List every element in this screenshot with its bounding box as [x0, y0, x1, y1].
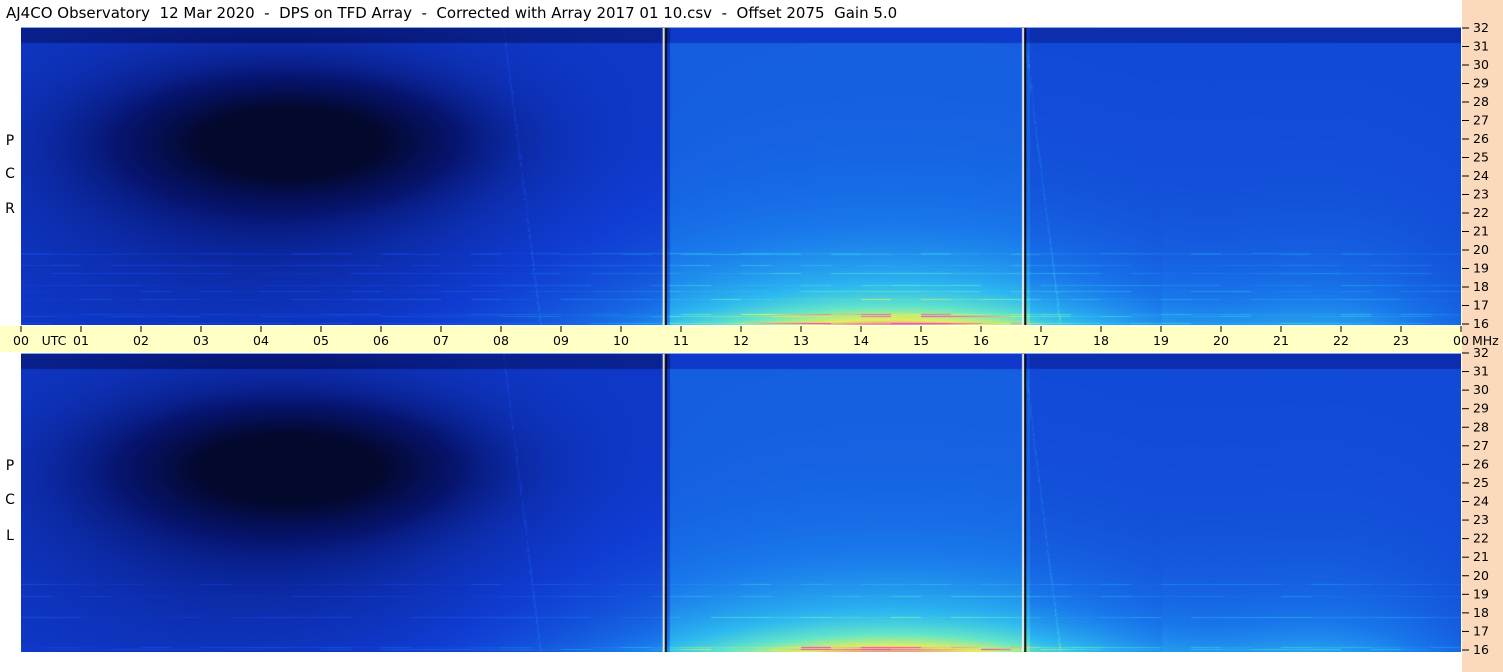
time-tick-label: 15 — [913, 333, 929, 348]
frequency-tick-label: 23 — [1473, 187, 1489, 202]
time-tick-label: 08 — [493, 333, 509, 348]
frequency-tick-label: 25 — [1473, 150, 1489, 165]
time-tick-label: 21 — [1273, 333, 1289, 348]
frequency-tick-label: 19 — [1473, 586, 1489, 601]
chart-title: AJ4CO Observatory 12 Mar 2020 - DPS on T… — [6, 4, 898, 22]
frequency-tick-label: 21 — [1473, 224, 1489, 239]
frequency-tick-label: 18 — [1473, 605, 1489, 620]
lcp-label-letter: C — [5, 492, 15, 508]
time-tick-label: 03 — [193, 333, 209, 348]
frequency-tick-label: 20 — [1473, 242, 1489, 257]
frequency-tick-label: 24 — [1473, 494, 1489, 509]
frequency-tick-label: 29 — [1473, 76, 1489, 91]
time-tick-label: 14 — [853, 333, 869, 348]
frequency-tick-label: 24 — [1473, 168, 1489, 183]
frequency-tick-label: 18 — [1473, 279, 1489, 294]
frequency-tick-label: 25 — [1473, 475, 1489, 490]
frequency-tick-label: 32 — [1473, 20, 1489, 35]
frequency-tick-label: 31 — [1473, 39, 1489, 54]
time-axis: 00 01 02 03 04 05 06 07 08 09 10 11 12 13 14 15 16 17 18 19… — [13, 326, 1499, 348]
rcp-frequency-axis: 1617181920212223242526272829303132 — [1462, 20, 1489, 331]
lcp-label-letter: P — [5, 458, 15, 474]
time-tick-label: 09 — [553, 333, 569, 348]
time-tick-label: 02 — [133, 333, 149, 348]
lcp-spectrogram — [21, 353, 1461, 652]
frequency-tick-label: 30 — [1473, 57, 1489, 72]
rcp-spectrogram — [21, 27, 1461, 325]
time-tick-label: 06 — [373, 333, 389, 348]
time-tick-label: 23 — [1393, 333, 1409, 348]
time-tick-label: 13 — [793, 333, 809, 348]
time-tick-label: 20 — [1213, 333, 1229, 348]
frequency-tick-label: 17 — [1473, 623, 1489, 638]
frequency-tick-label: 21 — [1473, 549, 1489, 564]
time-tick-label: 00 — [13, 333, 29, 348]
time-tick-label: 01 — [73, 333, 89, 348]
lcp-frequency-axis: 1617181920212223242526272829303132 — [1462, 345, 1489, 657]
frequency-tick-label: 22 — [1473, 205, 1489, 220]
frequency-tick-label: 23 — [1473, 512, 1489, 527]
rcp-label-letter: R — [5, 201, 15, 217]
frequency-tick-label: 19 — [1473, 261, 1489, 276]
time-unit-label: UTC — [42, 333, 67, 348]
frequency-tick-label: 17 — [1473, 298, 1489, 313]
lcp-label-letter: L — [6, 528, 14, 544]
time-tick-label: 18 — [1093, 333, 1109, 348]
frequency-tick-label: 26 — [1473, 456, 1489, 471]
frequency-tick-label: 31 — [1473, 364, 1489, 379]
frequency-tick-label: 20 — [1473, 568, 1489, 583]
time-tick-label: 07 — [433, 333, 449, 348]
frequency-tick-label: 16 — [1473, 642, 1489, 657]
frequency-tick-label: 30 — [1473, 382, 1489, 397]
frequency-unit-label: MHz — [1472, 333, 1499, 348]
frequency-tick-label: 27 — [1473, 113, 1489, 128]
time-tick-label: 11 — [673, 333, 689, 348]
frequency-tick-label: 29 — [1473, 401, 1489, 416]
frequency-tick-label: 22 — [1473, 531, 1489, 546]
time-tick-label: 10 — [613, 333, 629, 348]
frequency-tick-label: 27 — [1473, 438, 1489, 453]
rcp-label-letter: C — [5, 166, 15, 182]
time-tick-label: 16 — [973, 333, 989, 348]
frequency-tick-label: 28 — [1473, 94, 1489, 109]
time-tick-label: 19 — [1153, 333, 1169, 348]
frequency-tick-label: 26 — [1473, 131, 1489, 146]
time-tick-label: 22 — [1333, 333, 1349, 348]
time-tick-label: 00 — [1453, 333, 1469, 348]
frequency-tick-label: 28 — [1473, 419, 1489, 434]
rcp-label-letter: P — [5, 133, 15, 149]
time-tick-label: 05 — [313, 333, 329, 348]
time-tick-label: 17 — [1033, 333, 1049, 348]
time-tick-label: 04 — [253, 333, 269, 348]
time-tick-label: 12 — [733, 333, 749, 348]
